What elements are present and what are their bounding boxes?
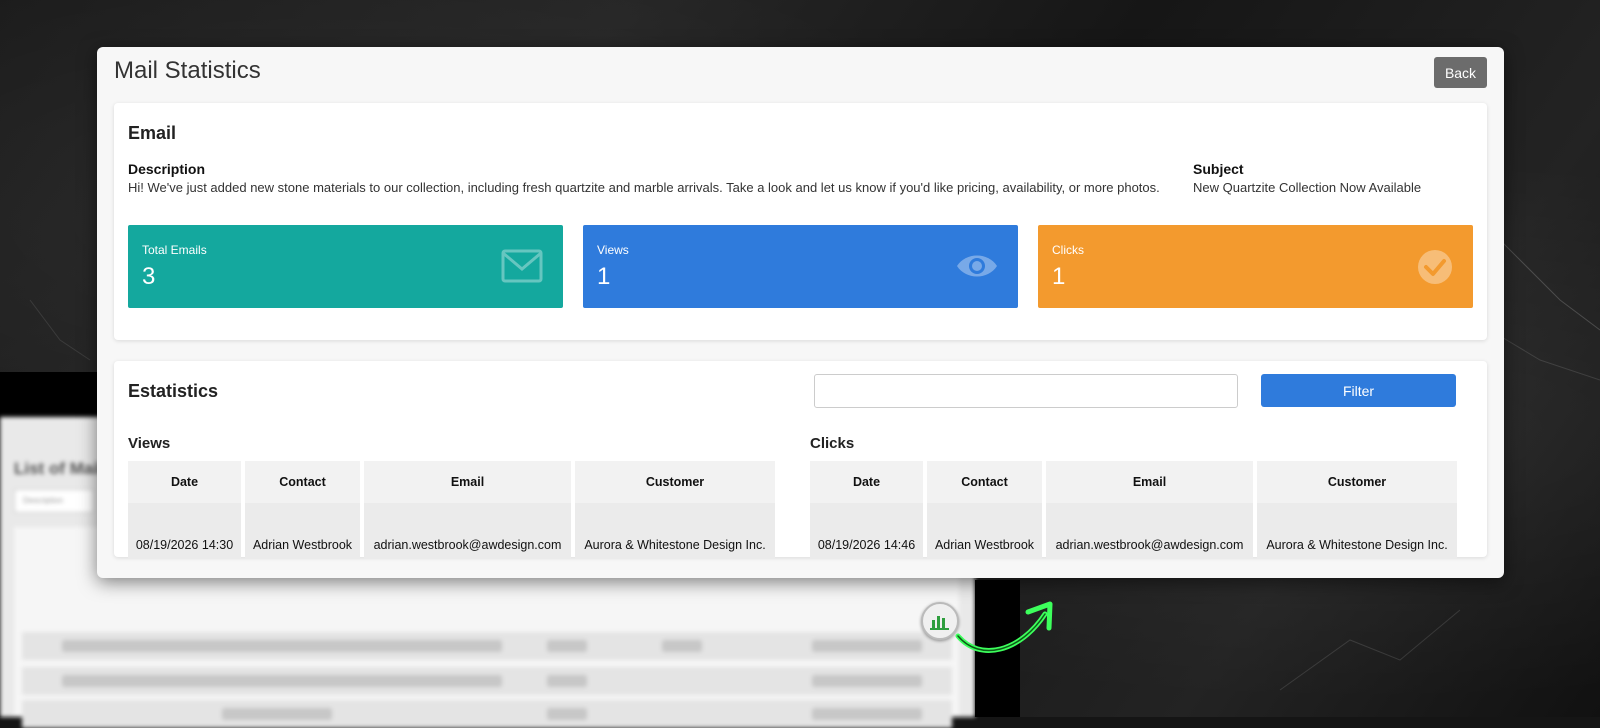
- clicks-value: 1: [1052, 263, 1066, 290]
- bar-chart-icon: [930, 616, 949, 630]
- column-header-date: Date: [128, 461, 241, 503]
- statistics-card: Estatistics Filter Views Date Contact Em…: [114, 361, 1487, 559]
- column-header-email: Email: [1046, 461, 1253, 503]
- views-card: Views 1: [583, 225, 1018, 308]
- column-header-date: Date: [810, 461, 923, 503]
- mail-statistics-modal: Mail Statistics Back Email Description H…: [97, 47, 1504, 578]
- column-header-contact: Contact: [245, 461, 360, 503]
- subject-text: New Quartzite Collection Now Available: [1193, 180, 1422, 195]
- clicks-table-heading: Clicks: [810, 435, 855, 452]
- email-card: Email Description Hi! We've just added n…: [114, 103, 1487, 340]
- views-value: 1: [597, 263, 611, 290]
- modal-title: Mail Statistics: [114, 57, 261, 84]
- column-header-contact: Contact: [927, 461, 1042, 503]
- clicks-label: Clicks: [1052, 243, 1084, 257]
- row-contact: Adrian Westbrook: [927, 531, 1042, 559]
- envelope-icon: [501, 249, 543, 283]
- row-contact: Adrian Westbrook: [245, 531, 360, 559]
- arrow-icon: [955, 601, 1053, 653]
- row-email: adrian.westbrook@awdesign.com: [1046, 531, 1253, 559]
- total-emails-label: Total Emails: [142, 243, 207, 257]
- email-heading: Email: [128, 123, 177, 143]
- views-table: Date Contact Email Customer 08/19/2026 1…: [124, 461, 779, 559]
- filter-button[interactable]: Filter: [1261, 374, 1456, 407]
- column-header-email: Email: [364, 461, 571, 503]
- statistics-heading: Estatistics: [128, 381, 219, 401]
- table-row: 08/19/2026 14:46 Adrian Westbrook adrian…: [810, 531, 1457, 559]
- row-email: adrian.westbrook@awdesign.com: [364, 531, 571, 559]
- background-table-row: [22, 632, 952, 660]
- background-table-row: [22, 667, 952, 695]
- row-date: 08/19/2026 14:30: [128, 531, 241, 559]
- table-row: 08/19/2026 14:30 Adrian Westbrook adrian…: [128, 531, 775, 559]
- background-search-input: Description: [14, 489, 94, 513]
- row-customer: Aurora & Whitestone Design Inc.: [1257, 531, 1457, 559]
- clicks-table: Date Contact Email Customer 08/19/2026 1…: [806, 461, 1461, 559]
- total-emails-value: 3: [142, 263, 156, 290]
- views-label: Views: [597, 243, 629, 257]
- clicks-card: Clicks 1: [1038, 225, 1473, 308]
- column-header-customer: Customer: [575, 461, 775, 503]
- eye-icon: [957, 255, 997, 277]
- check-circle-icon: [1418, 250, 1452, 284]
- views-table-heading: Views: [128, 435, 171, 452]
- background-app-title: List of Mail: [14, 459, 103, 478]
- description-text: Hi! We've just added new stone materials…: [128, 180, 1160, 195]
- row-customer: Aurora & Whitestone Design Inc.: [575, 531, 775, 559]
- subject-label: Subject: [1193, 161, 1244, 177]
- background-table-row: [22, 700, 952, 728]
- description-label: Description: [128, 161, 206, 177]
- row-date: 08/19/2026 14:46: [810, 531, 923, 559]
- column-header-customer: Customer: [1257, 461, 1457, 503]
- filter-input[interactable]: [814, 374, 1238, 408]
- back-button[interactable]: Back: [1434, 57, 1487, 88]
- total-emails-card: Total Emails 3: [128, 225, 563, 308]
